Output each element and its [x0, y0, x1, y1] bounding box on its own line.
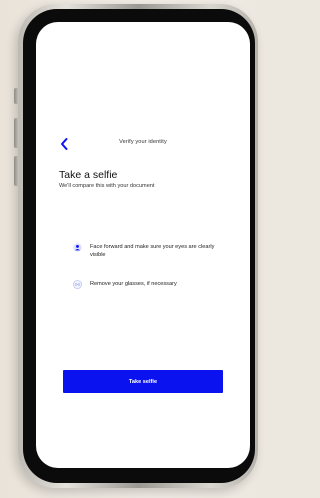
- device-mockup: Verify your identity Take a selfie We'll…: [0, 0, 258, 498]
- face-icon: [73, 243, 82, 252]
- nav-title: Verify your identity: [119, 139, 167, 145]
- top-nav: Verify your identity: [36, 136, 250, 152]
- instruction-text: Remove your glasses, if necessary: [90, 281, 177, 287]
- page-subtitle: We'll compare this with your document: [59, 183, 155, 189]
- instruction-text: Face forward and make sure your eyes are…: [90, 244, 215, 258]
- phone-side-button: [14, 88, 19, 104]
- take-selfie-button[interactable]: Take selfie: [63, 370, 223, 393]
- phone-side-button: [14, 156, 19, 186]
- phone-side-button: [14, 118, 19, 148]
- page-title: Take a selfie: [59, 169, 118, 181]
- glasses-icon: [73, 280, 82, 289]
- app-screen: Verify your identity Take a selfie We'll…: [36, 22, 250, 468]
